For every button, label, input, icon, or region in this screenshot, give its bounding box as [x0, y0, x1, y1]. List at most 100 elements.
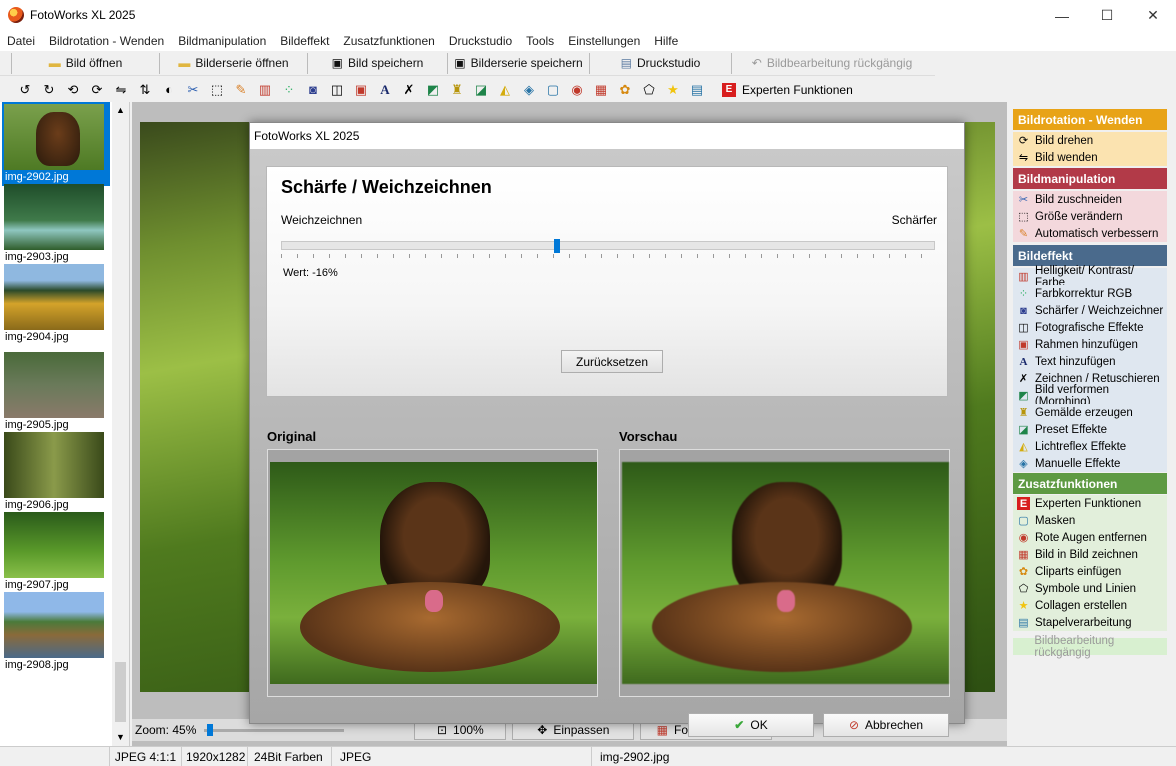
- section-header-effects[interactable]: Bildeffekt: [1013, 245, 1167, 266]
- batch-processing-icon[interactable]: ▤: [686, 80, 708, 100]
- menu-bildrotation[interactable]: Bildrotation - Wenden: [42, 34, 171, 48]
- maximize-button[interactable]: ☐: [1084, 0, 1130, 31]
- draw-retouch-icon[interactable]: ✗: [398, 80, 420, 100]
- side-item-pip[interactable]: ▦ Bild in Bild zeichnen: [1013, 546, 1167, 563]
- rotate-cw-icon[interactable]: ⟳: [86, 80, 108, 100]
- menu-hilfe[interactable]: Hilfe: [647, 34, 685, 48]
- open-series-button[interactable]: ▬ Bilderserie öffnen: [160, 52, 308, 74]
- frame-icon[interactable]: ▣: [350, 80, 372, 100]
- save-series-button[interactable]: ▣ Bilderserie speichern: [448, 52, 590, 74]
- thumbnail-item[interactable]: img-2902.jpg: [2, 102, 110, 186]
- auto-enhance-icon[interactable]: ✎: [230, 80, 252, 100]
- side-item-painting[interactable]: ♜ Gemälde erzeugen: [1013, 404, 1167, 421]
- side-item-flip[interactable]: ⇋ Bild wenden: [1013, 149, 1167, 166]
- sharpen-icon[interactable]: ◙: [302, 80, 324, 100]
- side-item-rotate[interactable]: ⟳ Bild drehen: [1013, 132, 1167, 149]
- manual-effects-icon[interactable]: ◈: [518, 80, 540, 100]
- close-window-button[interactable]: ✕: [1130, 0, 1176, 31]
- cancel-button[interactable]: ⊘ Abbrechen: [823, 713, 949, 737]
- side-item-red-eye[interactable]: ◉ Rote Augen entfernen: [1013, 529, 1167, 546]
- menu-bildeffekt[interactable]: Bildeffekt: [273, 34, 336, 48]
- side-item-masks[interactable]: ▢ Masken: [1013, 512, 1167, 529]
- side-item-rgb[interactable]: ⁘ Farbkorrektur RGB: [1013, 285, 1167, 302]
- side-item-auto-enhance[interactable]: ✎ Automatisch verbessern: [1013, 225, 1167, 242]
- menu-datei[interactable]: Datei: [0, 34, 42, 48]
- thumbnail-item[interactable]: img-2906.jpg: [4, 432, 104, 512]
- scroll-up-icon[interactable]: ▲: [112, 102, 129, 115]
- flip-horizontal-icon[interactable]: ⇋: [110, 80, 132, 100]
- undo-button[interactable]: ↶ Bildbearbeitung rückgängig: [732, 53, 932, 74]
- menu-zusatzfunktionen[interactable]: Zusatzfunktionen: [336, 34, 441, 48]
- rotate-left-icon[interactable]: ↺: [14, 80, 36, 100]
- symbols-lines-icon[interactable]: ⬠: [638, 80, 660, 100]
- clipart-icon[interactable]: ✿: [614, 80, 636, 100]
- original-dog-photo: [270, 462, 597, 684]
- zoom-slider-thumb[interactable]: [207, 724, 214, 736]
- side-item-crop[interactable]: ✂ Bild zuschneiden: [1013, 191, 1167, 208]
- collage-star-icon[interactable]: ★: [662, 80, 684, 100]
- text-icon[interactable]: A: [374, 80, 396, 100]
- scrollbar-thumb[interactable]: [115, 662, 126, 722]
- preset-effects-icon[interactable]: ◪: [470, 80, 492, 100]
- section-header-manipulation[interactable]: Bildmanipulation: [1013, 168, 1167, 189]
- menu-tools[interactable]: Tools: [519, 34, 561, 48]
- side-item-morphing[interactable]: ◩ Bild verformen (Morphing): [1013, 384, 1167, 408]
- side-item-manual-effects[interactable]: ◈ Manuelle Effekte: [1013, 455, 1167, 472]
- side-item-batch[interactable]: ▤ Stapelverarbeitung: [1013, 614, 1167, 631]
- slider-track[interactable]: [281, 241, 935, 250]
- rgb-icon[interactable]: ⁘: [278, 80, 300, 100]
- thumbnail-item[interactable]: img-2903.jpg: [4, 184, 104, 264]
- side-item-symbols[interactable]: ⬠ Symbole und Linien: [1013, 580, 1167, 597]
- zoom-slider[interactable]: [204, 722, 345, 738]
- red-eye-icon[interactable]: ◉: [566, 80, 588, 100]
- section-header-extras[interactable]: Zusatzfunktionen: [1013, 473, 1167, 494]
- side-item-text[interactable]: A Text hinzufügen: [1013, 353, 1167, 370]
- open-image-button[interactable]: ▬ Bild öffnen: [12, 52, 160, 74]
- side-item-sharpen[interactable]: ◙ Schärfer / Weichzeichner: [1013, 302, 1167, 319]
- thumbnail-item[interactable]: img-2905.jpg: [4, 352, 104, 432]
- thumbnail-scrollbar[interactable]: ▲ ▼: [112, 102, 129, 746]
- brightness-contrast-icon[interactable]: ▥: [254, 80, 276, 100]
- minimize-button[interactable]: —: [1039, 0, 1085, 31]
- painting-icon[interactable]: ♜: [446, 80, 468, 100]
- experts-functions-button[interactable]: E Experten Funktionen: [722, 82, 853, 97]
- lens-flare-icon[interactable]: ◭: [494, 80, 516, 100]
- menu-bildmanipulation[interactable]: Bildmanipulation: [171, 34, 273, 48]
- thumbnail-item[interactable]: img-2908.jpg: [4, 592, 104, 672]
- thumbnail-caption: img-2902.jpg: [5, 171, 69, 183]
- side-item-brightness[interactable]: ▥ Helligkeit/ Kontrast/ Farbe: [1013, 265, 1167, 289]
- side-item-preset[interactable]: ◪ Preset Effekte: [1013, 421, 1167, 438]
- flip-vertical-icon[interactable]: ⇅: [134, 80, 156, 100]
- rotate-ccw-icon[interactable]: ⟲: [62, 80, 84, 100]
- photo-effect-icon[interactable]: ◫: [326, 80, 348, 100]
- rotate-right-icon[interactable]: ↻: [38, 80, 60, 100]
- slider-thumb[interactable]: [554, 239, 560, 253]
- resize-icon[interactable]: ⬚: [206, 80, 228, 100]
- side-item-lens-flare[interactable]: ◭ Lichtreflex Effekte: [1013, 438, 1167, 455]
- undo-icon: ↶: [751, 56, 762, 70]
- side-item-cliparts[interactable]: ✿ Cliparts einfügen: [1013, 563, 1167, 580]
- menu-einstellungen[interactable]: Einstellungen: [561, 34, 647, 48]
- side-item-frame[interactable]: ▣ Rahmen hinzufügen: [1013, 336, 1167, 353]
- save-image-button[interactable]: ▣ Bild speichern: [308, 52, 448, 74]
- side-item-collage[interactable]: ★ Collagen erstellen: [1013, 597, 1167, 614]
- side-item-resize[interactable]: ⬚ Größe verändern: [1013, 208, 1167, 225]
- crop-scissors-icon[interactable]: ✂: [182, 80, 204, 100]
- side-item-experts[interactable]: E Experten Funktionen: [1013, 495, 1167, 512]
- thumbnail-strip[interactable]: img-2902.jpg img-2903.jpg img-2904.jpg i…: [0, 102, 130, 746]
- reset-button[interactable]: Zurücksetzen: [561, 350, 663, 373]
- thumbnail-item[interactable]: img-2907.jpg: [4, 512, 104, 592]
- mask-icon[interactable]: ▢: [542, 80, 564, 100]
- menu-druckstudio[interactable]: Druckstudio: [442, 34, 519, 48]
- sharpness-slider[interactable]: [281, 239, 935, 258]
- print-studio-button[interactable]: ▤ Druckstudio: [590, 52, 732, 74]
- section-header-rotation[interactable]: Bildrotation - Wenden: [1013, 109, 1167, 130]
- picture-in-picture-icon[interactable]: ▦: [590, 80, 612, 100]
- morphing-icon[interactable]: ◩: [422, 80, 444, 100]
- thumbnail-item[interactable]: img-2904.jpg: [4, 264, 104, 344]
- scroll-down-icon[interactable]: ▼: [112, 732, 129, 742]
- side-item-photo-effects[interactable]: ◫ Fotografische Effekte: [1013, 319, 1167, 336]
- mirror-icon[interactable]: ◐: [158, 80, 180, 100]
- side-undo-button[interactable]: Bildbearbeitung rückgängig: [1013, 635, 1167, 659]
- ok-button[interactable]: ✔ OK: [688, 713, 814, 737]
